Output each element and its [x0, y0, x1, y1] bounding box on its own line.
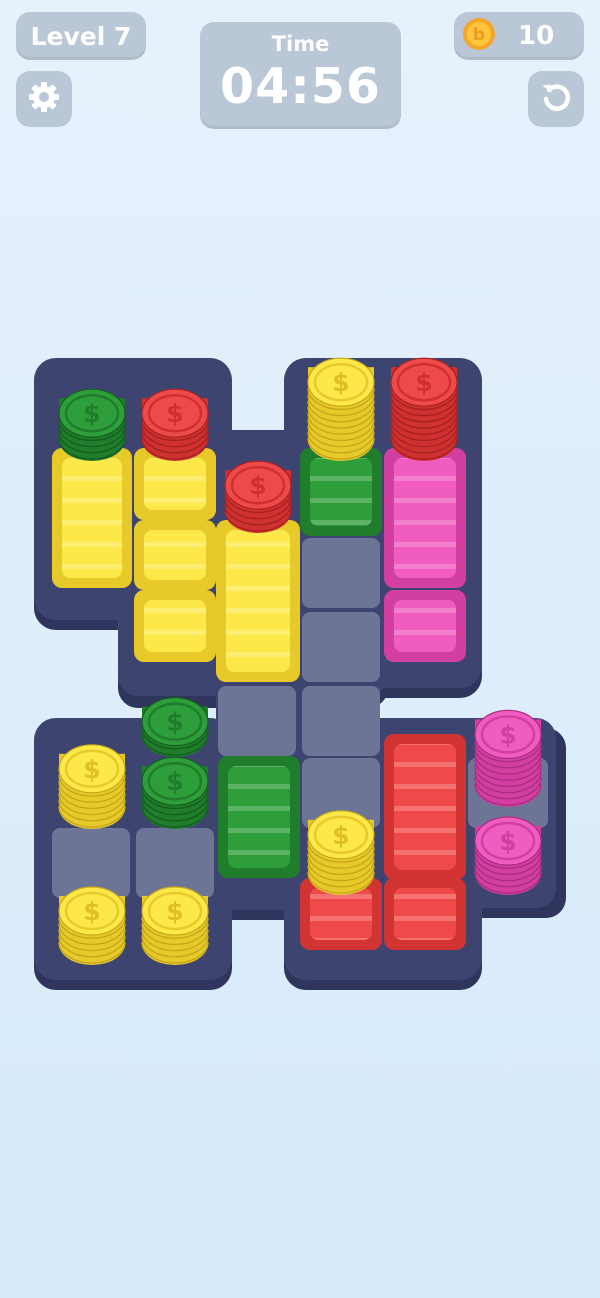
red-container[interactable] [384, 878, 466, 950]
yellow-coin-stack[interactable]: $ [58, 744, 126, 829]
empty-cell[interactable] [218, 686, 296, 756]
yellow-coin-stack[interactable]: $ [307, 357, 375, 461]
pink-container[interactable] [384, 448, 466, 588]
dollar-icon: $ [332, 821, 349, 850]
yellow-container[interactable] [52, 448, 132, 588]
yellow-coin-stack[interactable]: $ [58, 886, 126, 965]
dollar-icon: $ [166, 767, 183, 796]
yellow-coin-stack[interactable]: $ [141, 886, 209, 965]
empty-cell[interactable] [302, 612, 380, 682]
dollar-icon: $ [83, 897, 100, 926]
dollar-icon: $ [415, 368, 432, 397]
pink-coin-stack[interactable]: $ [474, 709, 542, 807]
dollar-icon: $ [499, 720, 516, 749]
yellow-container[interactable] [134, 590, 216, 662]
game-board: $ $ $ $ $ $ $ $ $ $ $ $ $ [34, 357, 566, 990]
green-container[interactable] [218, 756, 300, 878]
red-container[interactable] [384, 734, 466, 880]
empty-cell[interactable] [302, 538, 380, 608]
dollar-icon: $ [332, 368, 349, 397]
dollar-icon: $ [166, 399, 183, 428]
pink-container[interactable] [384, 590, 466, 662]
green-coin-stack[interactable]: $ [141, 696, 209, 757]
dollar-icon: $ [166, 897, 183, 926]
empty-cell[interactable] [302, 686, 380, 756]
dollar-icon: $ [166, 708, 183, 737]
green-coin-stack[interactable]: $ [141, 756, 209, 829]
green-container[interactable] [300, 448, 382, 536]
red-coin-stack[interactable]: $ [141, 388, 209, 461]
yellow-container[interactable] [134, 520, 216, 590]
red-coin-stack[interactable]: $ [224, 460, 292, 533]
dollar-icon: $ [249, 471, 266, 500]
red-coin-stack[interactable]: $ [390, 357, 458, 461]
dollar-icon: $ [83, 399, 100, 428]
dollar-icon: $ [499, 827, 516, 856]
yellow-coin-stack[interactable]: $ [307, 810, 375, 895]
dollar-icon: $ [83, 755, 100, 784]
yellow-container[interactable] [216, 520, 300, 682]
green-coin-stack[interactable]: $ [58, 388, 126, 461]
pink-coin-stack[interactable]: $ [474, 816, 542, 895]
